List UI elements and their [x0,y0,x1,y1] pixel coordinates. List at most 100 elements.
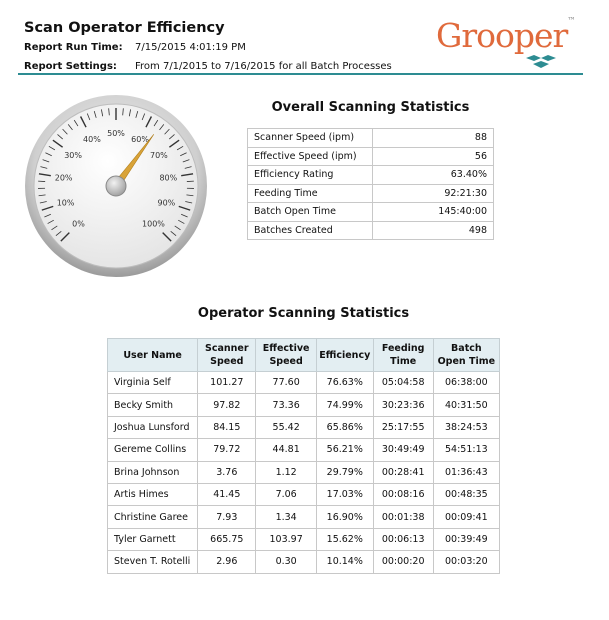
stat-cell: 0.30 [255,550,317,574]
column-header: User Name [106,338,199,372]
stat-cell: 38:24:53 [432,415,501,440]
logo-wordmark: Grooper™ [436,16,575,55]
grooper-logo: Grooper™ [436,16,575,72]
settings-value: From 7/1/2015 to 7/16/2015 for all Batch… [135,61,392,72]
operator-stats-table: User Name Scanner Speed Effective Speed Eff… [106,338,501,574]
stat-cell: 16.90% [315,505,374,529]
overall-value: 145:40:00 [372,202,494,222]
gauge-tick-label: 100% [142,219,165,228]
user-name-cell: Tyler Garnett [106,527,199,552]
column-header: Batch Open Time [432,338,501,372]
overall-stats-table: Scanner Speed (ipm) 88 Effective Speed (ip… [247,128,494,240]
table-row: Brina Johnson 3.76 1.12 29.79% 00:28:41 01:36… [106,460,501,484]
stat-cell: 41.45 [197,482,257,507]
stat-cell: 74.99% [315,393,374,417]
table-row: Becky Smith 97.82 73.36 74.99% 30:23:36 40:31… [106,393,501,417]
gauge-tick-label: 30% [64,151,82,160]
table-row: Tyler Garnett 665.75 103.97 15.62% 00:06:13 0… [106,527,501,552]
overall-label: Batch Open Time [247,202,373,222]
user-name-cell: Brina Johnson [106,460,199,484]
column-header: Feeding Time [372,338,434,372]
user-name-cell: Steven T. Rotelli [106,550,199,574]
table-row: Joshua Lunsford 84.15 55.42 65.86% 25:17:55 3… [106,415,501,440]
gauge-tick-label: 40% [83,135,101,144]
overall-label: Feeding Time [247,183,373,203]
gauge-tick-label: 50% [107,129,125,138]
overall-row: Batches Created 498 [247,220,494,240]
logo-text: Grooper [436,16,568,55]
stat-cell: 84.15 [197,415,257,440]
run-time-value: 7/15/2015 4:01:19 PM [135,42,246,53]
stat-cell: 1.12 [255,460,317,484]
gauge-tick-label: 80% [159,174,177,183]
stat-cell: 2.96 [197,550,257,574]
stat-cell: 00:48:35 [432,482,501,507]
gauge-cap [105,175,127,197]
stat-cell: 7.93 [197,505,257,529]
overall-label: Efficiency Rating [247,165,373,185]
stat-cell: 00:39:49 [432,527,501,552]
stat-cell: 00:08:16 [372,482,434,507]
stat-cell: 00:00:20 [372,550,434,574]
overall-row: Efficiency Rating 63.40% [247,165,494,185]
stat-cell: 77.60 [255,370,317,395]
overall-title: Overall Scanning Statistics [271,100,470,115]
stat-cell: 40:31:50 [432,393,501,417]
stat-cell: 17.03% [315,482,374,507]
stat-cell: 103.97 [255,527,317,552]
overall-label: Effective Speed (ipm) [247,146,373,166]
stat-cell: 29.79% [315,460,374,484]
overall-row: Scanner Speed (ipm) 88 [247,128,494,148]
stat-cell: 00:28:41 [372,460,434,484]
table-row: Steven T. Rotelli 2.96 0.30 10.14% 00:00:20 0… [106,550,501,574]
overall-row: Feeding Time 92:21:30 [247,183,494,203]
overall-row: Effective Speed (ipm) 56 [247,146,494,166]
table-row: Christine Garee 7.93 1.34 16.90% 00:01:38 00:… [106,505,501,529]
stat-cell: 54:51:13 [432,438,501,462]
stat-cell: 97.82 [197,393,257,417]
stat-cell: 44.81 [255,438,317,462]
stat-cell: 10.14% [315,550,374,574]
gauge-tick-label: 60% [131,135,149,144]
stat-cell: 00:09:41 [432,505,501,529]
overall-value: 56 [372,146,494,166]
stat-cell: 76.63% [315,370,374,395]
overall-label: Scanner Speed (ipm) [247,128,373,148]
gauge-tick-label: 0% [72,219,85,228]
stat-cell: 15.62% [315,527,374,552]
header-divider [18,73,583,75]
gauge-tick-label: 70% [150,151,168,160]
stat-cell: 101.27 [197,370,257,395]
stat-cell: 01:36:43 [432,460,501,484]
table-row: Artis Himes 41.45 7.06 17.03% 00:08:16 00:48:… [106,482,501,507]
column-header: Efficiency [315,338,374,372]
stat-cell: 73.36 [255,393,317,417]
stat-cell: 05:04:58 [372,370,434,395]
user-name-cell: Artis Himes [106,482,199,507]
user-name-cell: Christine Garee [106,505,199,529]
stat-cell: 7.06 [255,482,317,507]
overall-value: 498 [372,220,494,240]
stat-cell: 65.86% [315,415,374,440]
gauge-tick-label: 20% [55,174,73,183]
stat-cell: 30:49:49 [372,438,434,462]
overall-value: 92:21:30 [372,183,494,203]
column-header: Scanner Speed [197,338,257,372]
stat-cell: 00:06:13 [372,527,434,552]
stat-cell: 55.42 [255,415,317,440]
gauge-tick-label: 10% [57,198,75,207]
efficiency-gauge: 0% 10% 20% 30%40% 50% 60%70% 80% 90% 100% [25,95,207,277]
stat-cell: 3.76 [197,460,257,484]
operators-title: Operator Scanning Statistics [197,306,410,321]
overall-row: Batch Open Time 145:40:00 [247,202,494,222]
settings-label: Report Settings: [24,61,117,72]
stat-cell: 00:03:20 [432,550,501,574]
gauge-tick-label: 90% [158,198,176,207]
stat-cell: 79.72 [197,438,257,462]
run-time-label: Report Run Time: [24,42,123,53]
user-name-cell: Virginia Self [106,370,199,395]
overall-label: Batches Created [247,220,373,240]
user-name-cell: Becky Smith [106,393,199,417]
logo-leaf-icon [526,55,556,68]
stat-cell: 665.75 [197,527,257,552]
